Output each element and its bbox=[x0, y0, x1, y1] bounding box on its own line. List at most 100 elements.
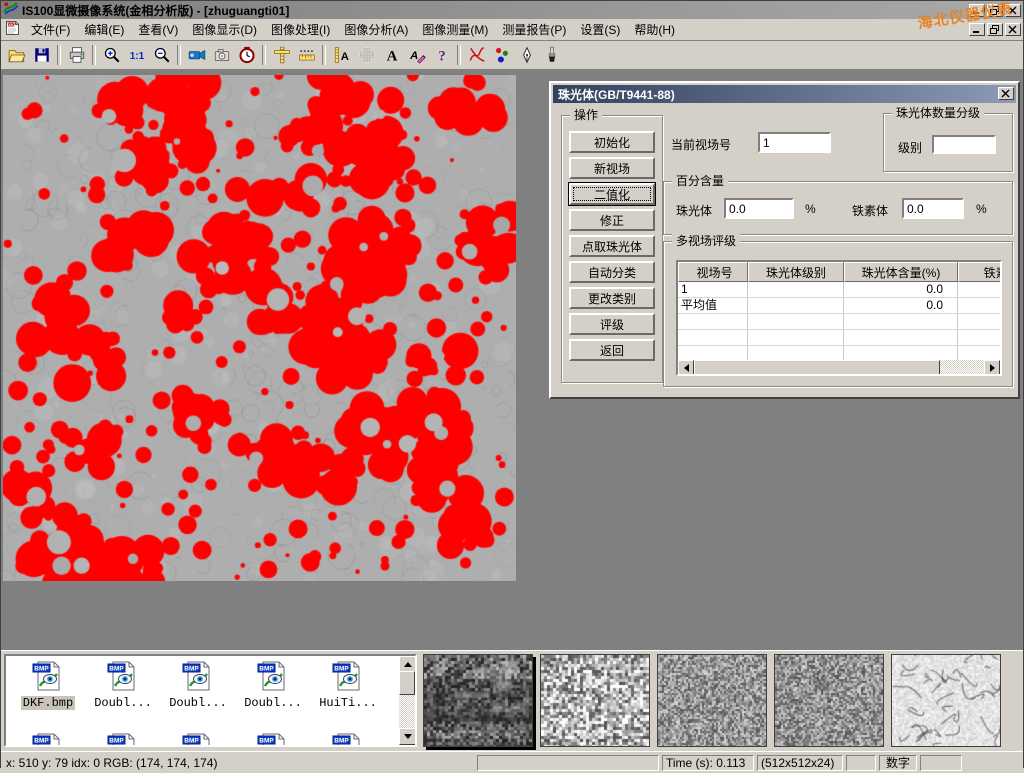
thumbnail-2[interactable] bbox=[540, 654, 650, 747]
menu-image-analysis[interactable]: 图像分析(A) bbox=[337, 19, 415, 40]
help-icon: ? bbox=[433, 46, 451, 64]
thumbnail-5[interactable] bbox=[891, 654, 1001, 747]
thumbnail-4[interactable] bbox=[774, 654, 884, 747]
file-item[interactable]: BMPHuiTi... bbox=[312, 660, 384, 710]
menu-file[interactable]: 文件(F) bbox=[24, 19, 77, 40]
menu-edit[interactable]: 编辑(E) bbox=[77, 19, 131, 40]
scroll-down-button[interactable] bbox=[399, 728, 417, 745]
multi-field-group-title: 多视场评级 bbox=[672, 234, 740, 248]
file-item[interactable]: BMP bbox=[87, 732, 159, 747]
file-item[interactable]: BMPDKF.bmp bbox=[12, 660, 84, 710]
close-button[interactable] bbox=[1005, 4, 1021, 17]
dialog-title-bar[interactable]: 珠光体(GB/T9441-88) bbox=[553, 85, 1016, 103]
save-button[interactable] bbox=[29, 43, 54, 67]
ferrite-percent-input[interactable] bbox=[902, 198, 964, 219]
thumbnail-3[interactable] bbox=[657, 654, 767, 747]
mdi-restore-button[interactable] bbox=[987, 23, 1003, 36]
file-item[interactable]: BMPDoubl... bbox=[237, 660, 309, 710]
menu-image-measure[interactable]: 图像测量(M) bbox=[415, 19, 495, 40]
dialog-close-button[interactable] bbox=[998, 87, 1014, 100]
menu-view[interactable]: 查看(V) bbox=[131, 19, 185, 40]
table-horizontal-scrollbar[interactable] bbox=[678, 360, 1000, 374]
table-row[interactable]: 1 0.0 bbox=[678, 282, 1000, 298]
menu-image-display[interactable]: 图像显示(D) bbox=[185, 19, 264, 40]
table-row[interactable]: 平均值 0.0 bbox=[678, 298, 1000, 314]
scroll-right-button[interactable] bbox=[984, 360, 1000, 376]
file-item[interactable]: BMP bbox=[12, 732, 84, 747]
col-pearlite-content[interactable]: 珠光体含量(%) bbox=[844, 262, 958, 282]
restore-button[interactable] bbox=[987, 4, 1003, 17]
col-field-number[interactable]: 视场号 bbox=[678, 262, 748, 282]
timer-button[interactable] bbox=[234, 43, 259, 67]
scrollbar-thumb[interactable] bbox=[694, 360, 940, 376]
scroll-left-button[interactable] bbox=[678, 360, 694, 376]
menu-settings[interactable]: 设置(S) bbox=[573, 19, 627, 40]
capture-button[interactable] bbox=[209, 43, 234, 67]
table-row[interactable] bbox=[678, 330, 1000, 346]
col-pearlite-grade[interactable]: 珠光体级别 bbox=[748, 262, 844, 282]
table-row[interactable] bbox=[678, 314, 1000, 330]
file-list-scrollbar[interactable] bbox=[399, 656, 415, 745]
caliper-button[interactable] bbox=[269, 43, 294, 67]
correct-button[interactable]: 修正 bbox=[569, 209, 655, 231]
svg-text:BMP: BMP bbox=[184, 666, 199, 673]
scrollbar-thumb[interactable] bbox=[399, 671, 415, 695]
col-ferrite-content[interactable]: 铁素体含量(%) bbox=[958, 262, 1002, 282]
multi-field-group: 多视场评级 视场号 珠光体级别 珠光体含量(%) 铁素体含量(%) 1 0.0 bbox=[663, 241, 1013, 387]
bmp-file-icon: BMP bbox=[181, 732, 215, 747]
file-list[interactable]: BMPDKF.bmp BMPDoubl... BMPDoubl... BMPDo… bbox=[4, 654, 417, 747]
change-class-button[interactable]: 更改类别 bbox=[569, 287, 655, 309]
file-item[interactable]: BMP bbox=[237, 732, 309, 747]
status-pane-empty bbox=[477, 755, 659, 771]
toolbar: 1:1 A A A ? bbox=[1, 41, 1023, 70]
bmp-file-icon: BMP bbox=[31, 732, 65, 747]
mdi-minimize-button[interactable] bbox=[969, 23, 985, 36]
print-button[interactable] bbox=[64, 43, 89, 67]
open-button[interactable] bbox=[4, 43, 29, 67]
video-camera-button[interactable] bbox=[184, 43, 209, 67]
mdi-close-button[interactable] bbox=[1005, 23, 1021, 36]
title-bar: IS100显微摄像系统(金相分析版) - [zhuguangti01] bbox=[1, 1, 1023, 19]
toolbar-separator bbox=[262, 45, 266, 65]
grading-table[interactable]: 视场号 珠光体级别 珠光体含量(%) 铁素体含量(%) 1 0.0 平均值 bbox=[676, 260, 1002, 376]
new-field-button[interactable]: 新视场 bbox=[569, 157, 655, 179]
help-button[interactable]: ? bbox=[429, 43, 454, 67]
pick-pearlite-button[interactable]: 点取珠光体 bbox=[569, 235, 655, 257]
file-item[interactable]: BMPDoubl... bbox=[87, 660, 159, 710]
svg-text:A: A bbox=[340, 51, 348, 63]
file-item[interactable]: BMPDoubl... bbox=[162, 660, 234, 710]
initialize-button[interactable]: 初始化 bbox=[569, 131, 655, 153]
binarize-button[interactable]: 二值化 bbox=[569, 183, 655, 205]
measure-text-button[interactable]: A bbox=[329, 43, 354, 67]
menu-help[interactable]: 帮助(H) bbox=[627, 19, 682, 40]
toolbar-separator bbox=[57, 45, 61, 65]
zoom-out-button[interactable] bbox=[149, 43, 174, 67]
file-item[interactable]: BMP bbox=[162, 732, 234, 747]
cell-grade bbox=[748, 298, 844, 314]
current-field-input[interactable] bbox=[758, 132, 831, 153]
video-camera-icon bbox=[188, 46, 206, 64]
minimize-button[interactable] bbox=[969, 4, 985, 17]
auto-classify-button[interactable]: 自动分类 bbox=[569, 261, 655, 283]
file-item[interactable]: BMP bbox=[312, 732, 384, 747]
curve-tool-button[interactable] bbox=[464, 43, 489, 67]
menu-image-processing[interactable]: 图像处理(I) bbox=[264, 19, 337, 40]
grading-group: 珠光体数量分级 级别 bbox=[883, 113, 1013, 172]
menu-measure-report[interactable]: 测量报告(P) bbox=[495, 19, 573, 40]
bmp-file-icon: BMP bbox=[256, 732, 290, 747]
zoom-in-button[interactable] bbox=[99, 43, 124, 67]
thumbnail-1[interactable] bbox=[423, 654, 533, 747]
annotate-button[interactable]: A bbox=[404, 43, 429, 67]
ruler-button[interactable] bbox=[294, 43, 319, 67]
pen-button[interactable] bbox=[514, 43, 539, 67]
marker-points-button[interactable] bbox=[489, 43, 514, 67]
brush-button[interactable] bbox=[539, 43, 564, 67]
actual-size-button[interactable]: 1:1 bbox=[124, 43, 149, 67]
metallograph-canvas[interactable] bbox=[3, 75, 516, 581]
svg-text:A: A bbox=[386, 49, 397, 64]
return-button[interactable]: 返回 bbox=[569, 339, 655, 361]
text-button[interactable]: A bbox=[379, 43, 404, 67]
grade-button[interactable]: 评级 bbox=[569, 313, 655, 335]
level-input[interactable] bbox=[932, 135, 996, 154]
pearlite-percent-input[interactable] bbox=[724, 198, 794, 219]
